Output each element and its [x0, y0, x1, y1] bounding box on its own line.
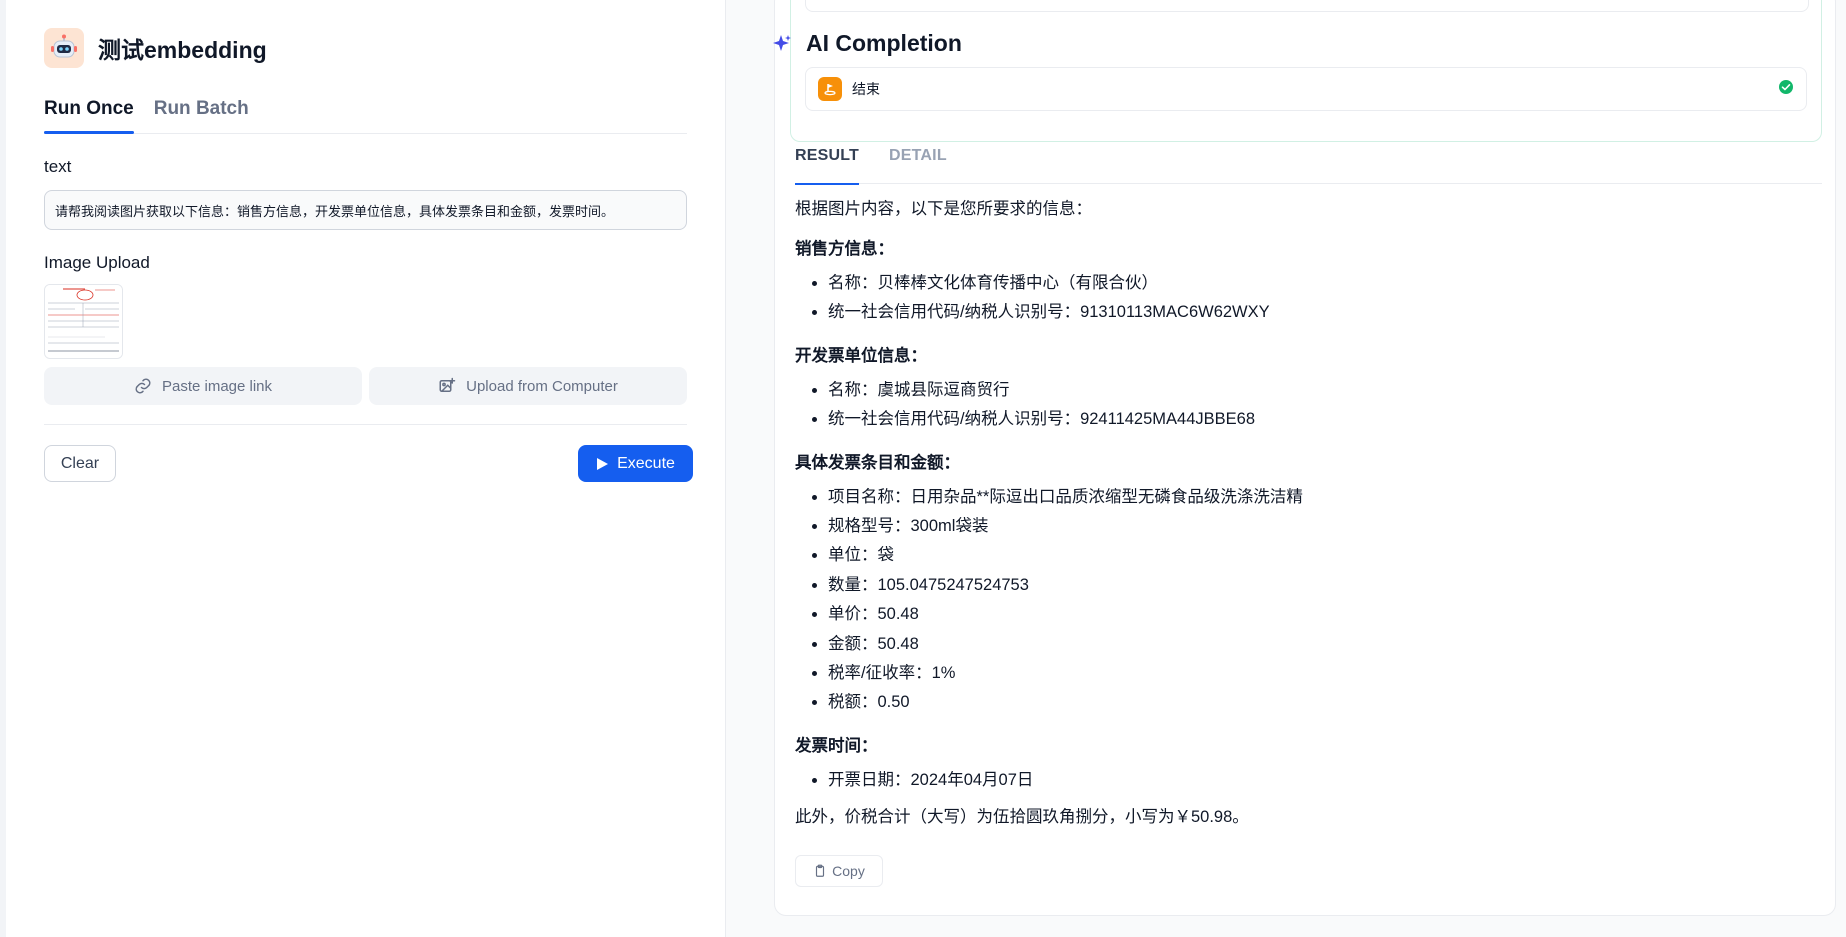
paste-image-link-button[interactable]: Paste image link [44, 367, 362, 405]
image-plus-icon [439, 377, 456, 392]
section-heading-items: 具体发票条目和金额： [795, 453, 960, 472]
list-item: 税额：0.50 [828, 688, 1815, 717]
completion-title: AI Completion [806, 30, 962, 56]
upload-from-computer-button[interactable]: Upload from Computer [369, 367, 687, 405]
execute-button[interactable]: Execute [578, 445, 693, 482]
app-header: 测试embedding [44, 28, 267, 68]
image-upload-label: Image Upload [44, 253, 150, 272]
link-icon [135, 378, 151, 394]
list-item: 金额：50.48 [828, 630, 1815, 659]
list-item: 开票日期：2024年04月07日 [828, 766, 1815, 795]
text-input[interactable] [44, 190, 687, 230]
tab-result[interactable]: RESULT [795, 147, 860, 185]
list-item: 税率/征收率：1% [828, 659, 1815, 688]
result-tabs: RESULT DETAIL [795, 147, 1822, 185]
list-item: 数量：105.0475247524753 [828, 571, 1815, 600]
list-item: 单位：袋 [828, 541, 1815, 570]
list-item: 规格型号：300ml袋装 [828, 512, 1815, 541]
workflow-node-label: 结束 [852, 81, 880, 97]
section-heading-seller: 销售方信息： [795, 240, 894, 258]
list-item: 项目名称：日用杂品**际逗出口品质浓缩型无磷食品级洗涤洗洁精 [828, 483, 1815, 512]
section-heading-date: 发票时间： [795, 736, 878, 755]
workflow-process-box: 结束 [790, 0, 1822, 142]
workflow-node-previous [805, 0, 1809, 12]
invoice-date-list: 开票日期：2024年04月07日 [795, 766, 1815, 795]
completion-header: AI Completion [772, 30, 962, 57]
tab-run-once[interactable]: Run Once [44, 96, 134, 134]
upload-from-computer-label: Upload from Computer [466, 377, 618, 395]
check-circle-icon [1778, 79, 1794, 100]
robot-avatar-icon [44, 28, 84, 68]
uploaded-invoice-thumbnail[interactable] [44, 284, 123, 359]
issuer-info-list: 名称：虞城县际逗商贸行 统一社会信用代码/纳税人识别号：92411425MA44… [795, 376, 1815, 435]
list-item: 单价：50.48 [828, 600, 1815, 629]
text-field-label: text [44, 157, 72, 176]
result-intro: 根据图片内容，以下是您所要求的信息： [795, 200, 1092, 218]
play-icon [597, 457, 609, 470]
completion-panel: 结束 RESULT DETAIL 根据图片内容，以下是您所要求的信息： 销售方信… [726, 0, 1846, 937]
run-panel: 测试embedding Run Once Run Batch text Imag… [6, 0, 726, 937]
clipboard-icon [816, 864, 825, 877]
app-title: 测试embedding [98, 37, 267, 63]
clear-button[interactable]: Clear [44, 445, 116, 482]
workflow-node-end[interactable]: 结束 [805, 67, 1807, 111]
form-divider [44, 424, 687, 425]
list-item: 名称：贝棒棒文化体育传播中心（有限合伙） [828, 269, 1815, 298]
paste-image-link-label: Paste image link [161, 377, 273, 395]
end-node-icon [818, 77, 842, 101]
tab-detail[interactable]: DETAIL [889, 147, 947, 183]
list-item: 统一社会信用代码/纳税人识别号：91310113MAC6W62WXY [828, 298, 1815, 327]
run-mode-tabs: Run Once Run Batch [44, 96, 687, 134]
completion-card: 结束 RESULT DETAIL 根据图片内容，以下是您所要求的信息： 销售方信… [774, 0, 1836, 916]
sparkle-icon [773, 34, 791, 51]
list-item: 名称：虞城县际逗商贸行 [828, 376, 1815, 405]
seller-info-list: 名称：贝棒棒文化体育传播中心（有限合伙） 统一社会信用代码/纳税人识别号：913… [795, 269, 1815, 328]
result-footer: 此外，价税合计（大写）为伍拾圆玖角捌分，小写为￥50.98。 [795, 808, 1249, 827]
execute-label: Execute [617, 454, 675, 472]
result-content: 根据图片内容，以下是您所要求的信息： 销售方信息： 名称：贝棒棒文化体育传播中心… [795, 197, 1815, 829]
tab-run-batch[interactable]: Run Batch [154, 96, 249, 133]
copy-button[interactable]: Copy [795, 855, 883, 887]
section-heading-issuer: 开发票单位信息： [795, 346, 927, 365]
copy-label: Copy [832, 863, 865, 879]
invoice-items-list: 项目名称：日用杂品**际逗出口品质浓缩型无磷食品级洗涤洗洁精 规格型号：300m… [795, 483, 1815, 718]
list-item: 统一社会信用代码/纳税人识别号：92411425MA44JBBE68 [828, 405, 1815, 434]
